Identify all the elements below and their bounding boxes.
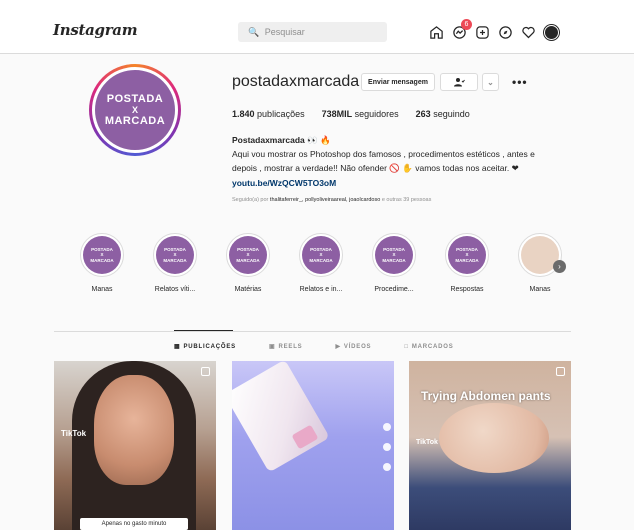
- highlight-cover: POSTADA X MARCADA: [83, 236, 121, 274]
- messenger-icon[interactable]: 6: [452, 18, 472, 40]
- highlight-item[interactable]: POSTADA X MARCADA Matérias: [218, 233, 278, 293]
- followers-count[interactable]: 738MIL seguidores: [322, 109, 399, 119]
- profile-stats: 1.840 publicações 738MIL seguidores 263 …: [232, 109, 470, 119]
- grid-icon: ▦: [174, 344, 181, 350]
- avatar-text-line-2: X: [131, 105, 138, 115]
- profile-avatar-icon[interactable]: [544, 24, 559, 40]
- highlight-label: Relatos e in...: [299, 286, 343, 293]
- highlight-label: Manas: [91, 286, 113, 293]
- post-image-face: [94, 375, 174, 485]
- post-side-icons: [383, 423, 391, 471]
- search-icon: 🔍: [248, 27, 260, 37]
- profile-picture[interactable]: POSTADA X MARCADA: [89, 64, 181, 156]
- highlight-item[interactable]: POSTADA X MARCADA Relatos víti...: [145, 233, 205, 293]
- reel-icon: [201, 367, 210, 376]
- send-message-button[interactable]: Enviar mensagem: [361, 73, 435, 91]
- post-image-product: [232, 361, 330, 473]
- tab-reels[interactable]: ▣ REELS: [268, 343, 303, 351]
- following-count[interactable]: 263 seguindo: [416, 109, 470, 119]
- explore-icon[interactable]: [498, 25, 513, 40]
- highlight-cover: POSTADA X MARCADA: [229, 236, 267, 274]
- bio-line-1: Aqui vou mostrar os Photoshop dos famoso…: [232, 149, 535, 159]
- more-options-icon[interactable]: •••: [512, 75, 528, 89]
- post-thumbnail[interactable]: TikTok Apenas no gasto minuto: [54, 361, 216, 530]
- avatar-text-line-3: MARCADA: [104, 115, 166, 127]
- nav-icons: 6: [429, 18, 559, 42]
- search-placeholder: Pesquisar: [264, 27, 305, 37]
- highlight-item[interactable]: POSTADA X MARCADA Respostas: [437, 233, 497, 293]
- post-overlay-title: Trying Abdomen pants: [421, 389, 551, 403]
- top-navigation-bar: Instagram 🔍 Pesquisar 6: [0, 0, 634, 54]
- tab-videos[interactable]: ▶ VÍDEOS: [335, 343, 371, 351]
- profile-username: postadaxmarcada: [232, 73, 360, 90]
- bio-line-2: depois , mostrar a verdade!! Não ofender…: [232, 163, 519, 173]
- profile-tabs: ▦ PUBLICAÇÕES ▣ REELS ▶ VÍDEOS □ MARCADO…: [174, 343, 454, 351]
- tagged-icon: □: [404, 343, 409, 350]
- tiktok-watermark: TikTok: [416, 439, 438, 446]
- chevron-right-icon[interactable]: ›: [553, 260, 566, 273]
- reel-icon: [556, 367, 565, 376]
- highlight-item[interactable]: POSTADA X MARCADA Procedime...: [364, 233, 424, 293]
- new-post-icon[interactable]: [475, 25, 490, 40]
- post-image-body: [439, 403, 549, 473]
- instagram-logo[interactable]: Instagram: [53, 21, 138, 39]
- bio-link[interactable]: youtu.be/WzQCW5TO3oM: [232, 178, 336, 188]
- story-highlights: POSTADA X MARCADA Manas POSTADA X MARCADA Re…: [72, 233, 572, 303]
- notification-badge: 6: [461, 18, 472, 30]
- search-input[interactable]: 🔍 Pesquisar: [238, 22, 387, 42]
- tiktok-watermark: TikTok: [61, 429, 87, 438]
- highlight-cover: POSTADA X MARCADA: [448, 236, 486, 274]
- heart-icon[interactable]: [521, 25, 536, 40]
- highlight-label: Procedime...: [374, 286, 414, 293]
- post-grid: TikTok Apenas no gasto minuto Trying Abd…: [54, 361, 571, 530]
- reels-icon: ▣: [268, 344, 276, 350]
- post-thumbnail[interactable]: Trying Abdomen pants TikTok: [409, 361, 571, 530]
- posts-count: 1.840 publicações: [232, 109, 305, 119]
- avatar: [544, 24, 559, 40]
- post-thumbnail[interactable]: [232, 361, 394, 530]
- highlight-item[interactable]: POSTADA X MARCADA Manas: [72, 233, 132, 293]
- suggested-dropdown-button[interactable]: ⌄: [482, 73, 499, 91]
- highlight-label: Matérias: [234, 286, 262, 293]
- highlight-cover: POSTADA X MARCADA: [302, 236, 340, 274]
- active-tab-indicator: [174, 330, 233, 331]
- highlight-label: Respostas: [450, 286, 484, 293]
- video-icon: ▶: [335, 344, 341, 350]
- highlight-cover: POSTADA X MARCADA: [375, 236, 413, 274]
- user-check-icon: [454, 78, 465, 87]
- highlight-cover: POSTADA X MARCADA: [156, 236, 194, 274]
- bio-display-name: Postadaxmarcada 👀 🔥: [232, 135, 331, 145]
- followed-by[interactable]: Seguido(a) por thalitaferreir_, pollyoli…: [232, 197, 431, 203]
- highlight-item[interactable]: POSTADA X MARCADA Relatos e in...: [291, 233, 351, 293]
- highlight-label: Relatos víti...: [154, 286, 196, 293]
- tab-marcados[interactable]: □ MARCADOS: [404, 343, 453, 350]
- profile-picture-inner: POSTADA X MARCADA: [92, 67, 178, 153]
- tabs-divider: [54, 331, 571, 332]
- highlight-label: Manas: [529, 286, 551, 293]
- post-caption: Apenas no gasto minuto: [80, 518, 188, 530]
- avatar-text-line-1: POSTADA: [106, 93, 164, 105]
- tab-publicacoes[interactable]: ▦ PUBLICAÇÕES: [174, 343, 236, 351]
- home-icon[interactable]: [429, 25, 444, 40]
- following-button[interactable]: [440, 73, 478, 91]
